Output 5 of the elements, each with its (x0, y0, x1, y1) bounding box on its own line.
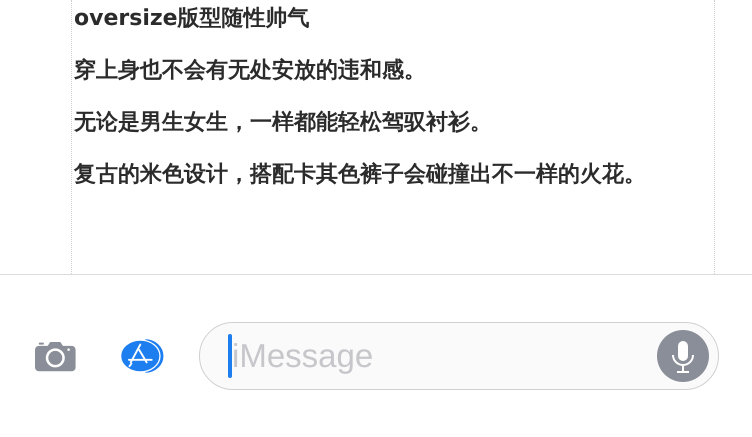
message-text: oversize版型随性帅气 (74, 5, 310, 33)
message-text: 穿上身也不会有无处安放的违和感。 (74, 56, 426, 85)
message-text: 复古的米色设计，搭配卡其色裤子会碰撞出不一样的火花。 (74, 161, 646, 189)
microphone-icon[interactable] (657, 330, 709, 382)
message-text: 无论是男生女生，一样都能轻松驾驭衬衫。 (74, 109, 492, 137)
